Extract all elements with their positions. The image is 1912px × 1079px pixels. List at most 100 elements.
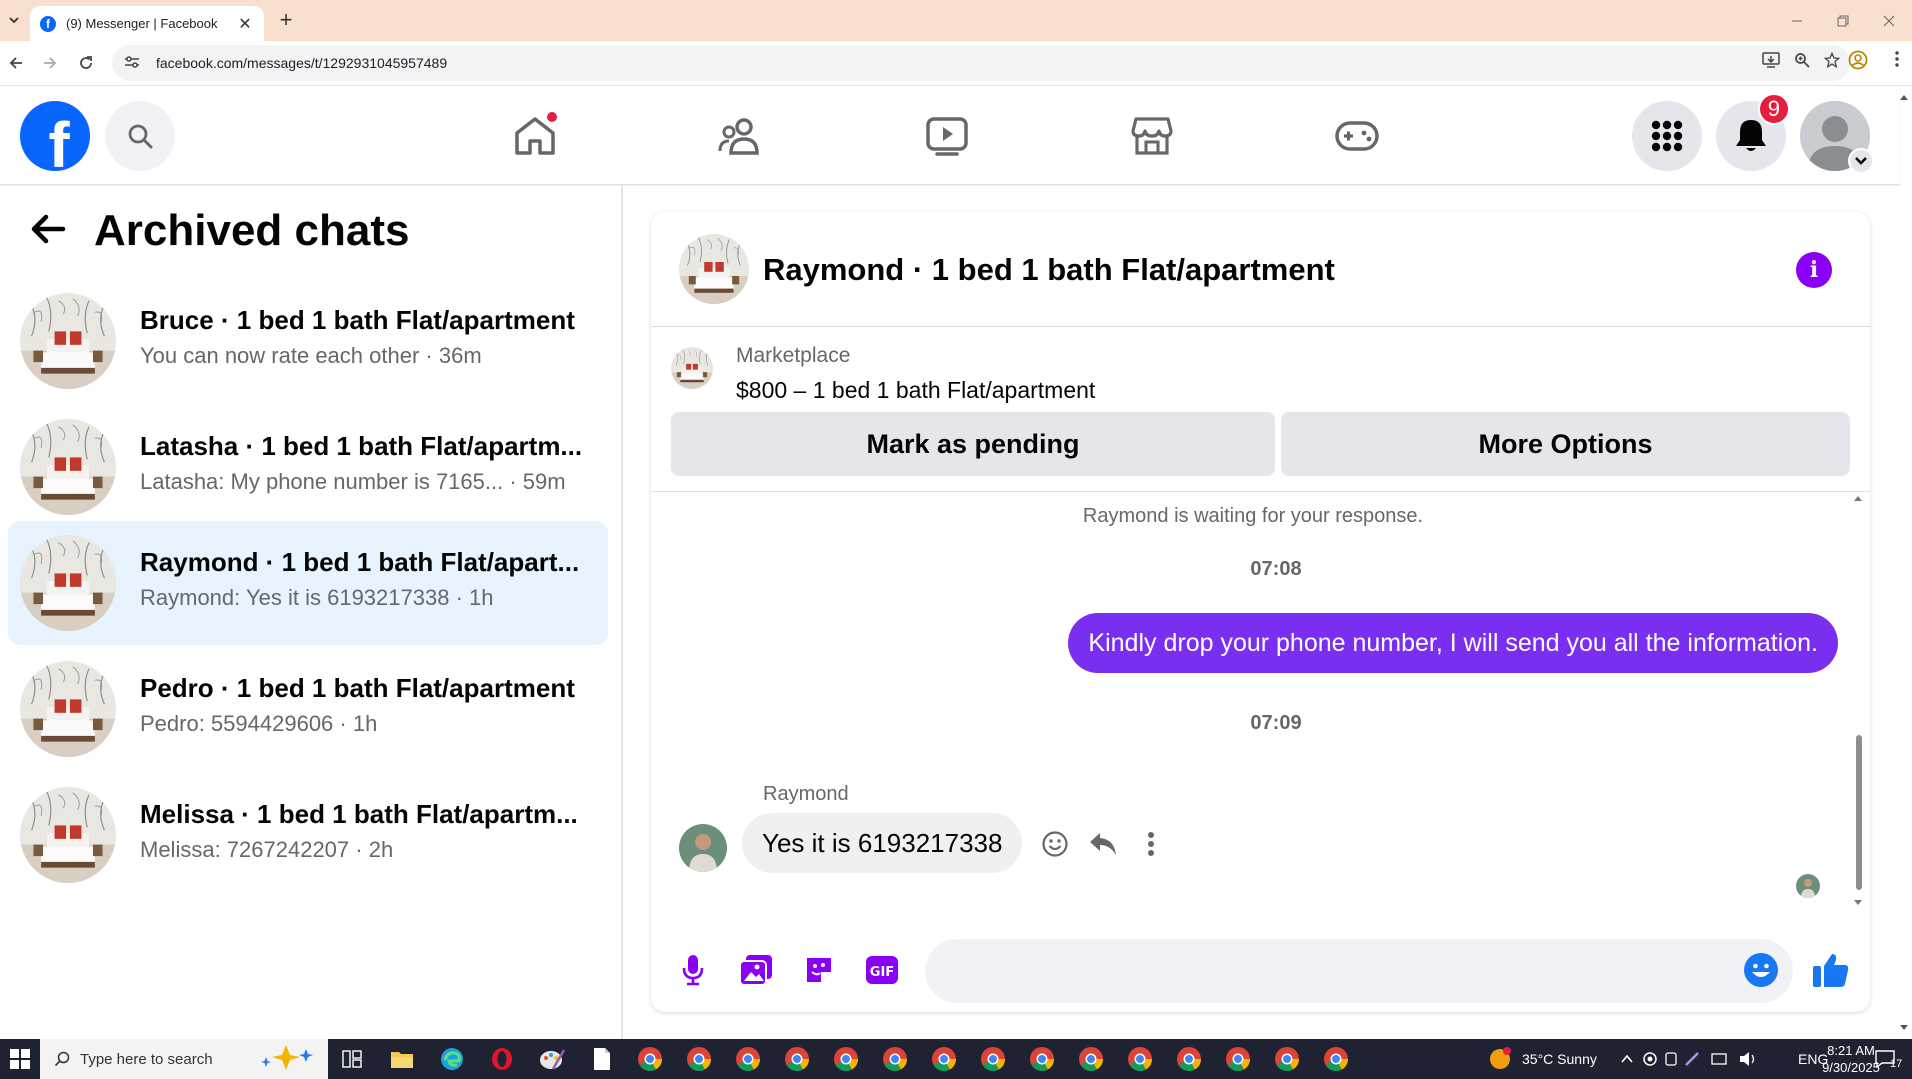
attach-photo-button[interactable]	[736, 950, 776, 990]
taskbar-search-box[interactable]: Type here to search	[40, 1039, 328, 1079]
minimize-button[interactable]	[1774, 0, 1820, 41]
chat-list-item-active[interactable]: Raymond · 1 bed 1 bath Flat/apart... Ray…	[8, 521, 608, 645]
zoom-icon[interactable]	[1794, 52, 1810, 73]
conversation-thumbnail[interactable]	[679, 234, 749, 304]
chrome-window[interactable]	[1075, 1043, 1107, 1075]
microphone-icon	[682, 955, 704, 986]
reload-button[interactable]	[72, 49, 100, 77]
notification-count-badge: 9	[1757, 93, 1790, 125]
facebook-search-button[interactable]	[105, 101, 175, 171]
listing-thumbnail[interactable]	[671, 347, 713, 389]
nav-gaming[interactable]	[1327, 106, 1387, 166]
chrome-window[interactable]	[781, 1043, 813, 1075]
sticker-button[interactable]	[799, 950, 839, 990]
notifications-button[interactable]: 9	[1716, 93, 1790, 171]
reply-button[interactable]	[1085, 826, 1121, 862]
more-actions-button[interactable]	[1133, 826, 1169, 862]
react-button[interactable]	[1037, 826, 1073, 862]
thread-scrollbar-thumb[interactable]	[1856, 735, 1862, 890]
listing-title[interactable]: $800 – 1 bed 1 bath Flat/apartment	[736, 377, 1095, 404]
reply-icon	[1090, 833, 1116, 855]
windows-taskbar: Type here to search 35°C Sunny ENG 8:21 …	[0, 1039, 1912, 1079]
close-window-button[interactable]	[1866, 0, 1912, 41]
chrome-icon	[932, 1047, 956, 1072]
menu-button[interactable]	[1632, 101, 1702, 171]
conversation-info-button[interactable]: i	[1796, 252, 1832, 288]
address-bar[interactable]: facebook.com/messages/t/1292931045957489	[112, 45, 1850, 81]
notification-center-button[interactable]: 17	[1874, 1039, 1902, 1079]
new-tab-button[interactable]: +	[274, 7, 298, 32]
facebook-logo[interactable]: f	[20, 101, 90, 171]
chat-list-item[interactable]: Latasha · 1 bed 1 bath Flat/apartm... La…	[8, 405, 608, 529]
chrome-window[interactable]	[1271, 1043, 1303, 1075]
profile-button[interactable]	[1848, 50, 1868, 70]
like-button[interactable]	[1811, 950, 1851, 990]
install-app-icon[interactable]	[1762, 52, 1780, 73]
waiting-notice: Raymond is waiting for your response.	[1082, 505, 1424, 527]
chat-list-item[interactable]: Melissa · 1 bed 1 bath Flat/apartm... Me…	[8, 773, 608, 897]
bookmark-star-icon[interactable]	[1823, 51, 1841, 73]
emoji-button[interactable]	[1741, 950, 1781, 990]
notepad-app[interactable]	[586, 1043, 618, 1075]
chat-list-item[interactable]: Pedro · 1 bed 1 bath Flat/apartment Pedr…	[8, 647, 608, 771]
chat-preview: Melissa: 7267242207 · 2h	[140, 837, 394, 862]
edge-icon	[441, 1048, 463, 1070]
tab-search-button[interactable]	[2, 8, 26, 32]
chrome-window[interactable]	[1320, 1043, 1352, 1075]
profile-icon	[1848, 50, 1868, 70]
task-view-button[interactable]	[336, 1043, 368, 1075]
back-button[interactable]	[2, 49, 30, 77]
chrome-window[interactable]	[1124, 1043, 1156, 1075]
chrome-window[interactable]	[732, 1043, 764, 1075]
tab-close-icon[interactable]: ✕	[236, 14, 254, 34]
kebab-menu-icon	[1148, 832, 1154, 856]
edge-app[interactable]	[436, 1043, 468, 1075]
nav-friends[interactable]	[711, 106, 771, 166]
conversation-title[interactable]: Raymond · 1 bed 1 bath Flat/apartment	[763, 252, 1335, 288]
incoming-message-bubble[interactable]: Yes it is 6193217338	[742, 813, 1023, 873]
chrome-window[interactable]	[1222, 1043, 1254, 1075]
chrome-window[interactable]	[683, 1043, 715, 1075]
mark-as-pending-button[interactable]: Mark as pending	[671, 412, 1275, 476]
friends-icon	[718, 118, 759, 155]
listing-thumbnail	[20, 661, 116, 757]
voice-clip-button[interactable]	[673, 950, 713, 990]
sender-avatar[interactable]	[679, 824, 727, 872]
message-input[interactable]	[925, 939, 1793, 1003]
chrome-window[interactable]	[830, 1043, 862, 1075]
nav-watch[interactable]	[917, 106, 977, 166]
account-menu-chevron[interactable]	[1848, 148, 1874, 174]
forward-button[interactable]	[36, 49, 64, 77]
chrome-window[interactable]	[928, 1043, 960, 1075]
chrome-window[interactable]	[977, 1043, 1009, 1075]
outgoing-message-bubble[interactable]: Kindly drop your phone number, I will se…	[1068, 613, 1838, 673]
close-icon	[1883, 15, 1895, 26]
read-receipt-avatar	[1796, 874, 1820, 898]
file-explorer-app[interactable]	[386, 1043, 418, 1075]
gif-button[interactable]: GIF	[862, 950, 902, 990]
sun-icon	[1490, 1047, 1511, 1069]
back-arrow-button[interactable]	[30, 213, 66, 250]
chat-preview: Raymond: Yes it is 6193217338 · 1h	[140, 585, 494, 610]
browser-menu-button[interactable]	[1894, 50, 1900, 68]
site-settings-icon[interactable]	[124, 55, 144, 72]
system-tray[interactable]	[1620, 1039, 1792, 1079]
weather-widget[interactable]: 35°C Sunny	[1488, 1039, 1597, 1079]
opera-app[interactable]	[486, 1043, 518, 1075]
nav-home[interactable]	[505, 106, 565, 166]
paint-app[interactable]	[536, 1043, 568, 1075]
gif-icon: GIF	[866, 956, 898, 984]
restore-button[interactable]	[1820, 0, 1866, 41]
page-scrollbar[interactable]	[1896, 86, 1912, 1039]
more-options-button[interactable]: More Options	[1281, 412, 1850, 476]
chrome-window[interactable]	[634, 1043, 666, 1075]
nav-marketplace[interactable]	[1122, 106, 1182, 166]
chat-list-item[interactable]: Bruce · 1 bed 1 bath Flat/apartment You …	[8, 279, 608, 403]
start-button[interactable]	[0, 1039, 40, 1079]
chrome-icon	[687, 1047, 711, 1072]
chrome-window[interactable]	[879, 1043, 911, 1075]
chrome-window[interactable]	[1173, 1043, 1205, 1075]
browser-tab-messenger[interactable]: f (9) Messenger | Facebook ✕	[30, 6, 264, 41]
chrome-window[interactable]	[1026, 1043, 1058, 1075]
chrome-icon	[1128, 1047, 1152, 1072]
